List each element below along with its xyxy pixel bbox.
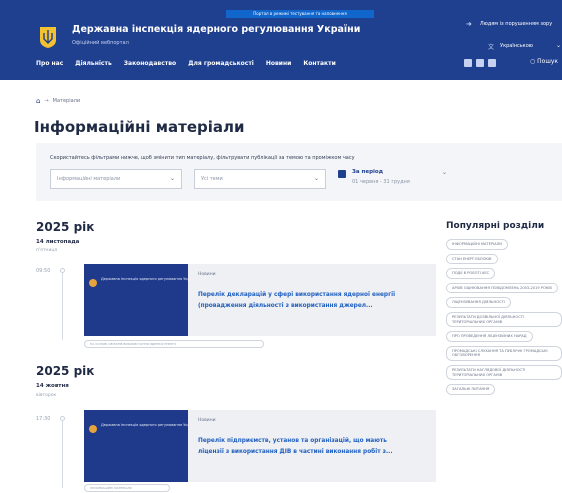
nav-about[interactable]: Про нас (36, 60, 63, 67)
social-links (464, 59, 496, 67)
translate-icon: 文 (488, 43, 495, 51)
period-label: За період (352, 169, 384, 175)
material-type-select[interactable]: Інформаційні матеріали ⌄ (50, 169, 182, 189)
popular-section-link[interactable]: Ліцензування діяльності (446, 297, 511, 308)
main-nav: Про нас Діяльність Законодавство Для гро… (36, 60, 336, 67)
emblem-icon (89, 425, 97, 433)
site-subtitle: Офіційний вебпортал (72, 40, 129, 46)
topic-select[interactable]: Усі теми ⌄ (194, 169, 326, 189)
period-dates: 01 червня - 31 грудня (352, 179, 410, 185)
popular-section-link[interactable]: Загальні питання (446, 384, 496, 395)
breadcrumb: ⌂ → Матеріали (36, 97, 80, 105)
item-time: 09:50 (36, 268, 51, 274)
language-selector[interactable]: 文 Українською ⌄ (484, 40, 562, 52)
item-card: Новини Перелік підприємств, установ та о… (188, 410, 436, 482)
group-date: 14 жовтня (36, 383, 69, 389)
emblem-icon (89, 279, 97, 287)
item-category: Новини (198, 272, 216, 277)
popular-section-link[interactable]: Про проведення ліцензійних нарад (446, 331, 533, 342)
item-title-line: Перелік декларацій у сфері використання … (198, 292, 396, 298)
calendar-icon (338, 170, 346, 178)
search-icon: ○ (530, 58, 536, 65)
item-category: Новини (198, 418, 216, 423)
popular-section-link[interactable]: Промадські слухання та публічні громадсь… (446, 345, 562, 361)
nav-contacts[interactable]: Контакти (303, 60, 335, 67)
popular-section-link[interactable]: Інформаційні матеріали (446, 239, 508, 250)
thumbnail-text: Державна інспекція ядерного регулювання … (101, 423, 198, 427)
popular-sections-list: Інформаційні матеріали Стан енергоблоків… (446, 239, 562, 399)
chevron-down-icon: ⌄ (313, 175, 319, 182)
site-header: Портал в режимі тестування та наповнення… (0, 0, 562, 80)
item-title-line: (провадження діяльності з використання д… (198, 303, 373, 309)
item-thumbnail[interactable]: Державна інспекція ядерного регулювання … (84, 264, 197, 336)
item-title-link[interactable]: Перелік декларацій у сфері використання … (198, 290, 395, 312)
chevron-down-icon[interactable]: ⌄ (442, 169, 447, 176)
popular-section-link[interactable]: Результати дозвільної діяльності територ… (446, 311, 562, 328)
thumbnail-text: Державна інспекція ядерного регулювання … (101, 277, 198, 281)
item-title-link[interactable]: Перелік підприємств, установ та організа… (198, 436, 393, 458)
chevron-down-icon: ⌄ (556, 42, 562, 49)
popular-section-link[interactable]: Архів оцінювання ПОВІДОМЛЕНЬ 2003-2019 р… (446, 282, 558, 294)
popular-section-link[interactable]: Результати наглядової діяльності територ… (446, 364, 562, 381)
home-icon[interactable]: ⌂ (36, 97, 40, 105)
language-label: Українською (500, 43, 533, 49)
filter-panel: Скористайтесь фільтрами нижче, щоб зміни… (36, 143, 562, 201)
facebook-icon[interactable] (464, 59, 472, 67)
arrow-icon: ➜ (466, 20, 472, 28)
item-title-line: ліцензії з використання ДІВ в частині ви… (198, 449, 393, 455)
accessibility-label: Людям із порушенням зору (479, 21, 553, 27)
telegram-icon[interactable] (488, 59, 496, 67)
filter-hint: Скористайтесь фільтрами нижче, щоб зміни… (50, 155, 355, 161)
youtube-icon[interactable] (476, 59, 484, 67)
item-tag[interactable]: ІНФОРМАЦІЙНІ МАТЕРІАЛИ (84, 484, 170, 492)
page-title: Інформаційні матеріали (34, 118, 245, 136)
item-thumbnail[interactable]: Державна інспекція ядерного регулювання … (84, 410, 197, 482)
timeline-line (62, 416, 63, 488)
breadcrumb-current: Матеріали (52, 98, 81, 104)
site-title[interactable]: Державна інспекція ядерного регулювання … (72, 24, 360, 35)
nav-legislation[interactable]: Законодавство (124, 60, 176, 67)
topic-value: Усі теми (201, 176, 223, 182)
timeline-dot (60, 416, 65, 421)
item-card: Новини Перелік декларацій у сфері викори… (188, 264, 436, 336)
search-label: Пошук (537, 58, 559, 65)
accessibility-link[interactable]: ➜ Людям із порушенням зору (466, 20, 552, 28)
popular-section-link[interactable]: Події в роботі АЕС (446, 268, 496, 279)
item-tag[interactable]: НА ОСНОВІ ОБ'ЄКТІВ ВИКОРИСТАННЯ ЯДЕРНОЇ … (84, 340, 264, 348)
item-title-line: Перелік підприємств, установ та організа… (198, 438, 387, 444)
nav-activities[interactable]: Діяльність (75, 60, 111, 67)
breadcrumb-arrow-icon: → (44, 98, 49, 104)
popular-section-link[interactable]: Стан енергоблоків (446, 253, 498, 265)
timeline-line (62, 268, 63, 340)
group-weekday: вівторок (36, 393, 57, 398)
timeline-dot (60, 268, 65, 273)
popular-sections-title: Популярні розділи (446, 221, 545, 231)
year-heading: 2025 рік (36, 364, 95, 378)
year-heading: 2025 рік (36, 220, 95, 234)
nav-news[interactable]: Новини (266, 60, 292, 67)
chevron-down-icon: ⌄ (169, 175, 175, 182)
group-weekday: п'ятниця (36, 248, 58, 253)
material-type-value: Інформаційні матеріали (57, 176, 121, 182)
search-button[interactable]: ○ Пошук (530, 58, 558, 65)
item-time: 17:30 (36, 416, 51, 422)
group-date: 14 листопада (36, 239, 80, 245)
nav-public[interactable]: Для громадськості (188, 60, 254, 67)
coat-of-arms-logo[interactable] (38, 25, 58, 49)
test-mode-banner: Портал в режимі тестування та наповнення (226, 10, 374, 18)
